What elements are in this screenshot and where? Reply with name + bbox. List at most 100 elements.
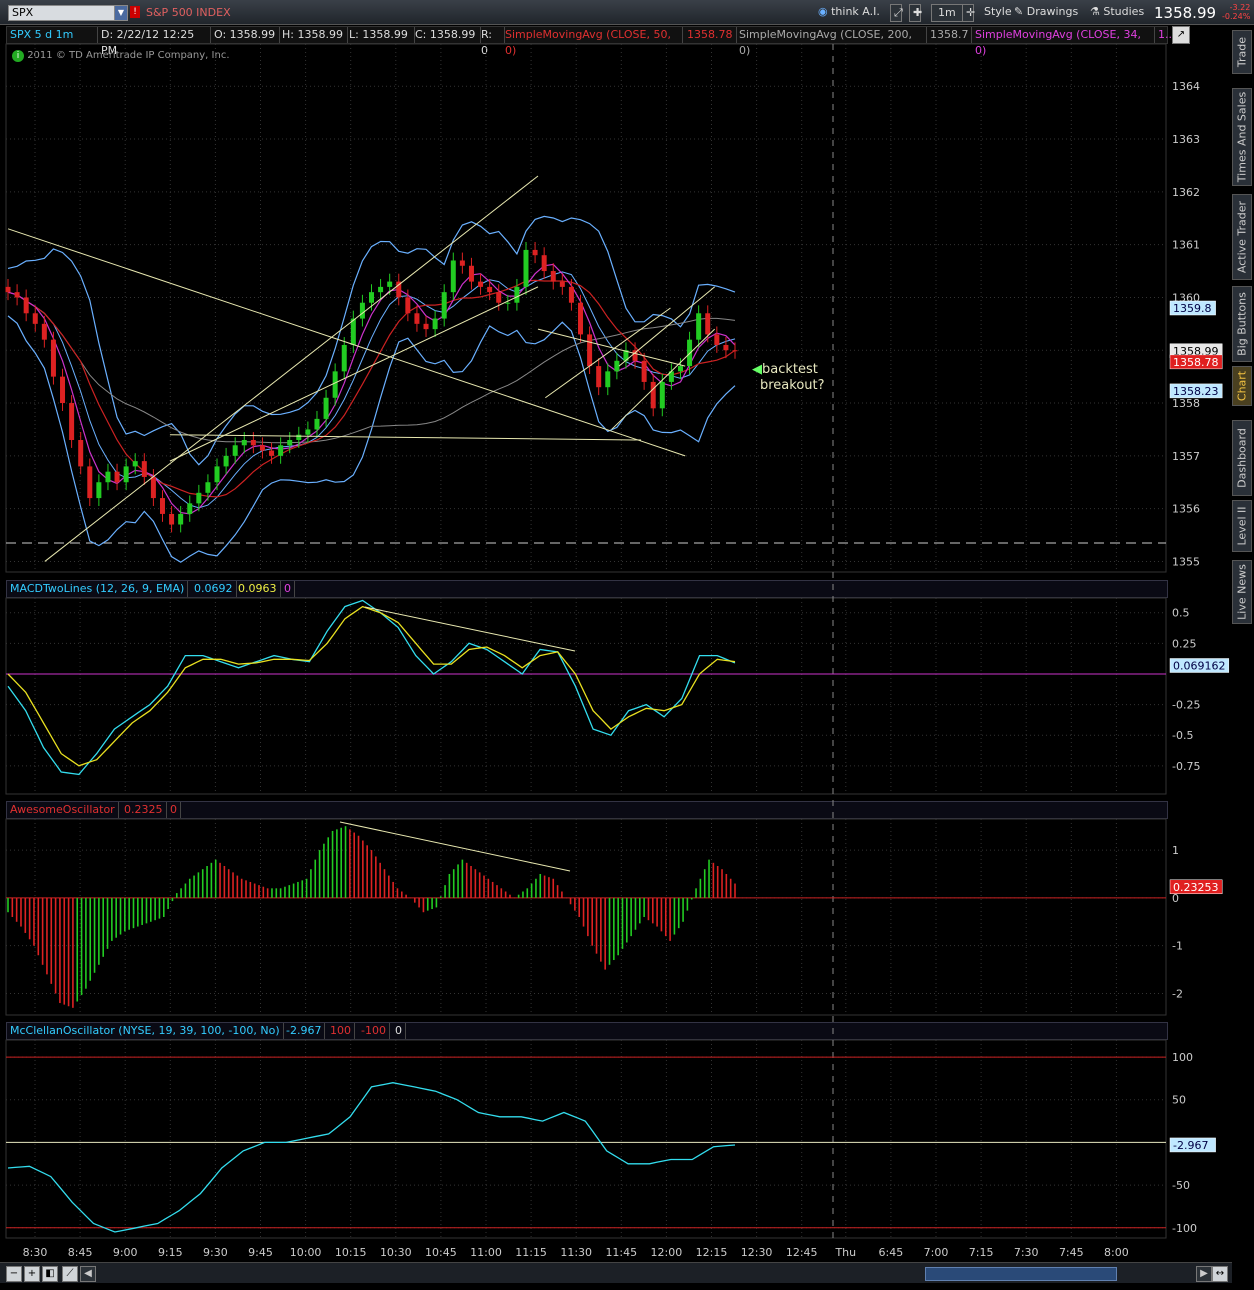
- tab-trade[interactable]: Trade: [1232, 30, 1252, 74]
- y-tick-label: 50: [1172, 1094, 1186, 1107]
- candle-body: [369, 292, 374, 303]
- macd-avg-line: [7, 605, 736, 767]
- candle-body: [250, 440, 256, 446]
- x-tick-label: Thu: [834, 1246, 856, 1259]
- zoom-in-icon[interactable]: +: [24, 1266, 40, 1282]
- tab-level-ii[interactable]: Level II: [1232, 500, 1252, 552]
- y-tick-label: 1355: [1172, 555, 1200, 568]
- tab-active-trader[interactable]: Active Trader: [1232, 194, 1252, 280]
- candle-body: [14, 292, 20, 298]
- candle-body: [105, 471, 111, 483]
- candle-body: [341, 344, 347, 372]
- candle-body: [32, 313, 38, 324]
- trend-line: [169, 434, 642, 441]
- candle-body: [696, 313, 702, 340]
- x-tick-label: 7:45: [1059, 1246, 1084, 1259]
- candle-body: [323, 397, 329, 419]
- candle-body: [314, 418, 320, 430]
- expand-icon[interactable]: ↔: [1212, 1266, 1228, 1282]
- horizontal-scrollbar[interactable]: [925, 1267, 1117, 1281]
- candle-body: [196, 492, 202, 504]
- ao-divergence-line: [339, 821, 571, 872]
- candle-body: [478, 281, 484, 287]
- y-tick-label: 1363: [1172, 133, 1200, 146]
- candle-body: [141, 461, 147, 477]
- candle-body: [496, 292, 502, 303]
- candle-body: [387, 281, 393, 287]
- tab-dashboard[interactable]: Dashboard: [1232, 420, 1252, 496]
- price-badge-sma50: 1358.78: [1173, 356, 1219, 369]
- chart-annotation: ◀backtest breakout?: [752, 362, 825, 393]
- candle-body: [559, 281, 565, 287]
- candle-body: [23, 297, 29, 314]
- candle-body: [677, 366, 683, 372]
- candle-body: [5, 286, 11, 293]
- candle-body: [541, 255, 547, 272]
- candle-body: [50, 339, 56, 377]
- x-tick-label: 9:15: [158, 1246, 183, 1259]
- candle-body: [596, 366, 602, 388]
- tab-live-news[interactable]: Live News: [1232, 560, 1252, 624]
- ao-badge: 0.23253: [1173, 881, 1219, 894]
- candle-body: [96, 482, 102, 499]
- tab-times-and-sales[interactable]: Times And Sales: [1232, 88, 1252, 186]
- y-tick-label: -0.5: [1172, 729, 1193, 742]
- y-tick-label: 0.25: [1172, 637, 1197, 650]
- candle-body: [405, 297, 411, 314]
- candle-body: [87, 466, 93, 499]
- y-tick-label: 1361: [1172, 239, 1200, 252]
- scroll-right-icon[interactable]: ▶: [1196, 1266, 1212, 1282]
- x-tick-label: 11:45: [605, 1246, 637, 1259]
- candle-body: [278, 445, 284, 456]
- candle-body: [423, 323, 429, 330]
- candle-body: [605, 371, 611, 388]
- candle-body: [223, 455, 229, 467]
- candle-body: [723, 344, 729, 351]
- fit-icon[interactable]: ◧: [42, 1266, 58, 1282]
- candle-body: [550, 271, 556, 282]
- tab-chart[interactable]: Chart: [1232, 366, 1252, 406]
- x-tick-label: 11:30: [560, 1246, 592, 1259]
- candle-body: [487, 286, 493, 293]
- zoom-out-icon[interactable]: −: [6, 1266, 22, 1282]
- trend-line: [611, 328, 715, 430]
- x-tick-label: 7:15: [969, 1246, 994, 1259]
- candle-body: [78, 440, 84, 467]
- y-tick-label: 100: [1172, 1051, 1193, 1064]
- candle-body: [69, 403, 75, 440]
- x-tick-label: 7:30: [1014, 1246, 1039, 1259]
- macd-value-line: [7, 599, 736, 776]
- y-tick-label: 1356: [1172, 503, 1200, 516]
- candle-body: [523, 249, 529, 287]
- candle-body: [650, 381, 656, 409]
- candle-body: [587, 334, 593, 367]
- x-tick-label: 7:00: [924, 1246, 949, 1259]
- x-tick-label: 6:45: [879, 1246, 904, 1259]
- scroll-left-icon[interactable]: ◀: [80, 1266, 96, 1282]
- drawing-tool-icon[interactable]: ⟋: [62, 1266, 78, 1282]
- chart-canvas[interactable]: 8:30 8:45 9:00 9:15 9:30 9:45 10:00 10:15 10:30 1…: [0, 0, 1232, 1262]
- candle-body: [169, 513, 175, 525]
- candle-body: [287, 440, 293, 446]
- candle-body: [659, 381, 665, 409]
- candle-body: [123, 466, 129, 483]
- y-tick-label: -1: [1172, 940, 1183, 953]
- x-tick-label: 10:45: [425, 1246, 457, 1259]
- x-tick-label: 12:45: [786, 1246, 818, 1259]
- bottom-bar: − + ◧ ⟋ ◀ ▶ ↔: [0, 1262, 1232, 1283]
- candle-body: [705, 313, 711, 335]
- candle-body: [441, 292, 447, 319]
- x-tick-label: 8:30: [23, 1246, 48, 1259]
- y-tick-label: -0.75: [1172, 760, 1200, 773]
- trend-line: [169, 286, 539, 462]
- candle-body: [305, 429, 311, 435]
- x-tick-label: 9:00: [113, 1246, 138, 1259]
- x-tick-label: 9:30: [203, 1246, 228, 1259]
- candle-body: [187, 503, 193, 514]
- candle-body: [514, 286, 520, 303]
- y-tick-label: -2: [1172, 987, 1183, 1000]
- y-tick-label: 0.5: [1172, 607, 1190, 620]
- panel-frame-2: [5, 818, 1167, 1016]
- tab-big-buttons[interactable]: Big Buttons: [1232, 286, 1252, 362]
- x-tick-label: 8:45: [68, 1246, 93, 1259]
